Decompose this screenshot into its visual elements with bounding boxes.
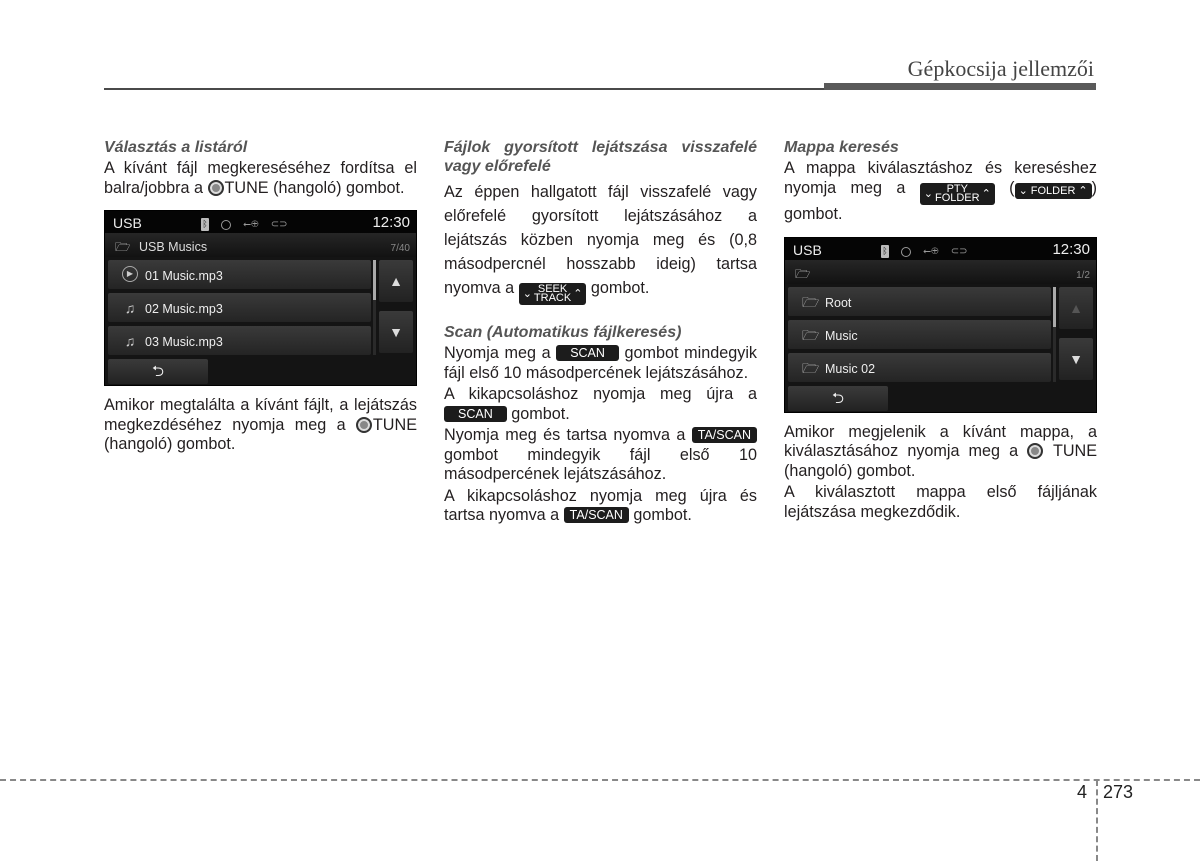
paragraph: Nyomja meg és tartsa nyomva a TA/SCAN go…: [444, 426, 757, 483]
header-rule: [104, 88, 824, 90]
status-bar: USB ᛒ ⭠⊕ ⊂⊃ 12:30: [105, 211, 416, 233]
paragraph: Az éppen hallgatott fájl visszafelé vagy…: [444, 183, 757, 305]
source-label: USB: [793, 241, 822, 258]
section-heading: Választás a listáról: [104, 139, 248, 156]
triangle-up-icon: ▲: [389, 273, 403, 289]
usb-icon: ⭠⊕: [923, 245, 939, 257]
pty-folder-button-icon: ⌄ PTY FOLDER ⌃: [919, 183, 995, 206]
back-arrow-icon: ⮌: [151, 363, 164, 380]
section-heading: Fájlok gyorsított lejátszása visszafelé …: [444, 139, 757, 175]
page-indicator: 7/40: [390, 243, 410, 254]
bluetooth-icon: ᛒ: [201, 218, 209, 232]
usb-music-list-screen: USB ᛒ ⭠⊕ ⊂⊃ 12:30 🗁 USB Musics 7/40 ▶ 01…: [104, 210, 417, 386]
music-note-icon: ♫: [124, 300, 136, 316]
folder-icon: 🗁: [795, 266, 811, 281]
clock: 12:30: [1052, 240, 1090, 258]
folder-bar: 🗁 USB Musics 7/40: [105, 233, 416, 257]
folder-button-icon: ⌄ FOLDER ⌃: [1014, 183, 1092, 200]
list-item[interactable]: ♫ 02 Music.mp3: [108, 293, 371, 322]
chevron-up-icon: ⌃: [981, 187, 991, 200]
music-note-icon: ♫: [124, 333, 136, 349]
column-folder-search: Mappa keresés A mappa kiválasztáshoz és …: [784, 138, 1097, 522]
paragraph: A kiválasztott mappa első fájljának lejá…: [784, 483, 1097, 521]
paragraph: Amikor megtalálta a kívánt fájlt, a lejá…: [104, 396, 417, 453]
tune-knob-icon: [355, 416, 372, 433]
seek-track-button-icon: ⌄ SEEK TRACK ⌃: [518, 283, 587, 305]
source-label: USB: [113, 215, 142, 231]
triangle-up-icon: ▲: [1069, 299, 1083, 316]
ipod-icon: ⊂⊃: [950, 245, 968, 257]
triangle-down-icon: ▼: [1069, 350, 1083, 367]
column-select-from-list: Választás a listáról A kívánt fájl megke…: [104, 138, 417, 455]
header-rule-accent: [824, 83, 1096, 90]
list-item[interactable]: 🗁 Root: [788, 286, 1051, 316]
tune-knob-icon: [207, 179, 224, 196]
section-heading: Scan (Automatikus fájlkeresés): [444, 324, 682, 341]
scan-button-icon: SCAN: [556, 345, 619, 361]
column-fast-playback: Fájlok gyorsított lejátszása visszafelé …: [444, 138, 757, 526]
folder-icon: 🗁: [802, 293, 820, 310]
scrollbar[interactable]: [1053, 286, 1056, 382]
list-item[interactable]: ▶ 01 Music.mp3: [108, 260, 371, 289]
list-item[interactable]: 🗁 Music: [788, 319, 1051, 349]
scroll-down-button[interactable]: ▼: [379, 311, 413, 353]
triangle-down-icon: ▼: [389, 324, 403, 340]
usb-icon: ⭠⊕: [243, 219, 259, 230]
scroll-down-button[interactable]: ▼: [1059, 337, 1093, 380]
scan-button-icon: SCAN: [444, 405, 507, 422]
scroll-up-button[interactable]: ▲: [1059, 286, 1093, 329]
list-item[interactable]: 🗁 Music 02: [788, 352, 1051, 382]
chapter-number: 4: [1077, 782, 1088, 802]
header-title: Gépkocsija jellemzői: [907, 56, 1094, 81]
footer-divider: [0, 779, 1200, 781]
footer-vertical-divider: [1096, 780, 1098, 861]
folder-bar: 🗁 1/2: [785, 259, 1096, 284]
disc-icon: [901, 246, 911, 257]
ta-scan-button-icon: TA/SCAN: [563, 507, 629, 523]
chevron-up-icon: ⌃: [573, 288, 583, 300]
play-icon: ▶: [122, 266, 138, 282]
folder-icon: 🗁: [802, 326, 820, 343]
paragraph: A kikapcsoláshoz nyomja meg újra a SCAN …: [444, 385, 757, 423]
back-arrow-icon: ⮌: [831, 389, 844, 407]
section-heading: Mappa keresés: [784, 139, 899, 156]
page-number: 273: [1103, 782, 1134, 802]
chevron-down-icon: ⌄: [522, 288, 532, 300]
bluetooth-icon: ᛒ: [881, 245, 889, 258]
folder-icon: 🗁: [115, 240, 131, 254]
scrollbar-thumb[interactable]: [373, 260, 376, 300]
ipod-icon: ⊂⊃: [270, 219, 288, 230]
chevron-down-icon: ⌄: [1018, 184, 1028, 197]
back-button[interactable]: ⮌: [788, 385, 888, 411]
scrollbar-thumb[interactable]: [1053, 286, 1056, 327]
paragraph: A mappa kiválasztáshoz és kereséshez nyo…: [784, 159, 1098, 224]
ta-scan-button-icon: TA/SCAN: [691, 427, 757, 443]
back-button[interactable]: ⮌: [108, 359, 208, 384]
list-item[interactable]: ♫ 03 Music.mp3: [108, 326, 371, 355]
folder-icon: 🗁: [802, 359, 820, 376]
chevron-down-icon: ⌄: [923, 187, 933, 200]
tune-knob-icon: [1027, 443, 1044, 460]
paragraph: Amikor megjelenik a kívánt mappa, a kivá…: [784, 422, 1098, 480]
scroll-up-button[interactable]: ▲: [379, 260, 413, 302]
disc-icon: [221, 219, 231, 230]
usb-folder-list-screen: USB ᛒ ⭠⊕ ⊂⊃ 12:30 🗁 1/2 🗁 Root 🗁 Music 🗁…: [784, 236, 1097, 413]
scrollbar[interactable]: [373, 260, 376, 355]
page-indicator: 1/2: [1076, 269, 1090, 281]
paragraph: A kikapcsoláshoz nyomja meg újra és tart…: [444, 486, 757, 525]
status-bar: USB ᛒ ⭠⊕ ⊂⊃ 12:30: [785, 237, 1096, 260]
folder-name: USB Musics: [139, 240, 208, 254]
clock: 12:30: [372, 214, 410, 231]
paragraph: A kívánt fájl megkereséséhez fordítsa el…: [104, 159, 417, 197]
paragraph: Nyomja meg a SCAN gombot mindegyik fájl …: [444, 344, 758, 382]
chevron-up-icon: ⌃: [1078, 184, 1088, 197]
